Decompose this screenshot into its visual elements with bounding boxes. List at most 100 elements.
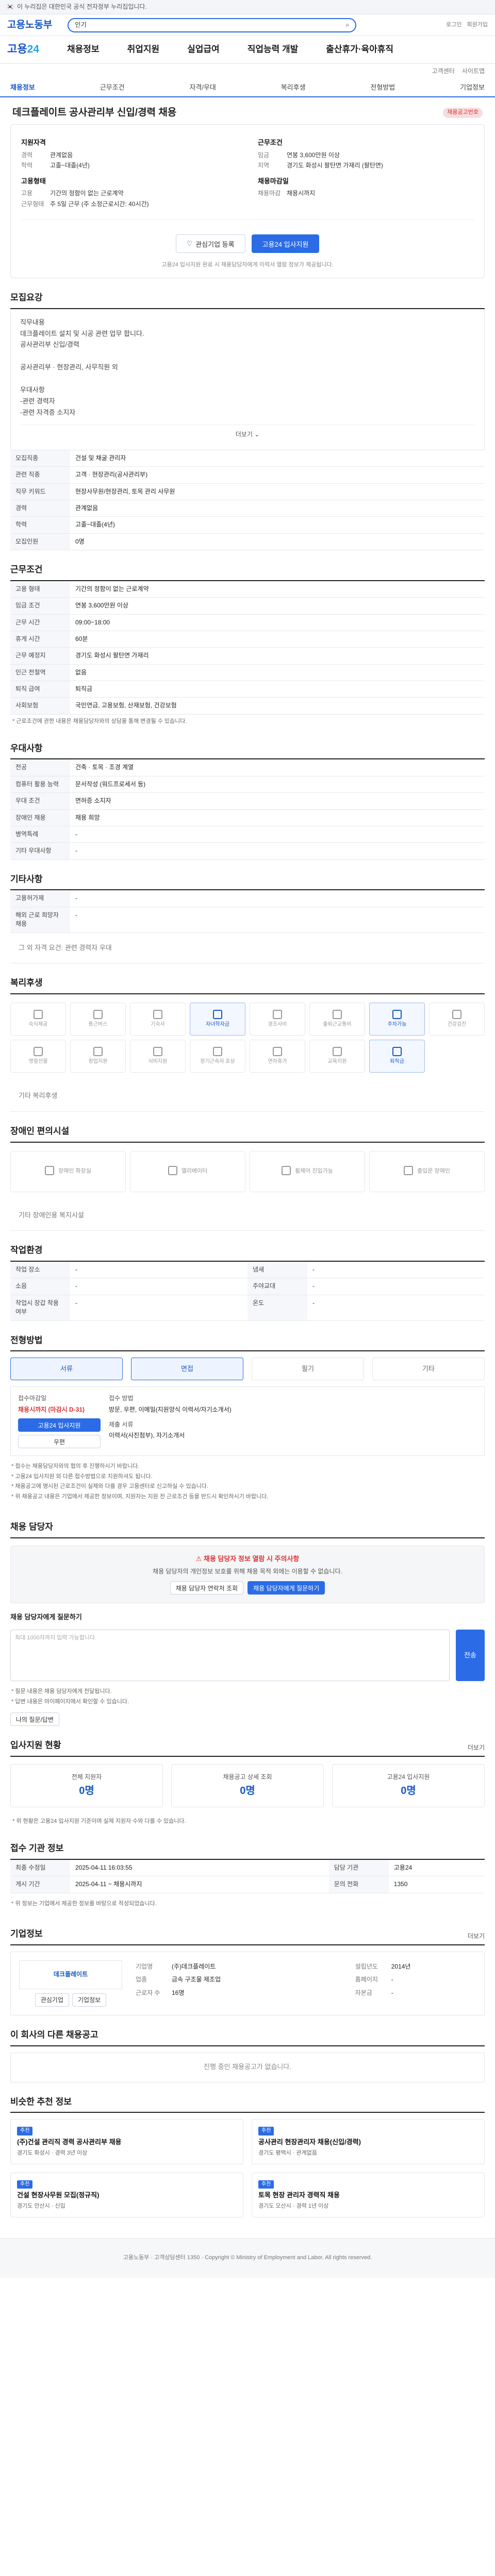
menu-leave[interactable]: 출산휴가·육아휴직 <box>326 43 393 56</box>
work-table: 작업 장소 - 냄새 - 소음 - 주야교대 - 작업시 장갑 착용 여부 - 온도 - <box>10 1262 485 1321</box>
section-title-cond: 근무조건 <box>10 565 43 575</box>
menu-benefit[interactable]: 실업급여 <box>187 43 220 56</box>
deadline-value: 채용시까지 <box>287 190 316 197</box>
deadline-heading: 채용마감일 <box>258 177 289 185</box>
menu-jobs[interactable]: 채용정보 <box>67 43 100 56</box>
more-toggle[interactable]: 더보기 ⌄ <box>20 425 475 442</box>
welfare-item: 교육지원 <box>309 1040 365 1073</box>
apply-hint: 고용24 입사지원 완료 시 채용담당자에게 이력서 열람 정보가 제공됩니다. <box>161 262 334 268</box>
disability-item: 엘리베이터 <box>130 1150 245 1192</box>
page-title: 데크플레이트 공사관리부 신입/경력 채용 <box>12 107 177 118</box>
tab-welfare[interactable]: 복리후생 <box>281 83 306 93</box>
site-footer: 고용노동부 · 고객상담센터 1350 · Copyright © Minist… <box>0 2238 495 2278</box>
search-icon[interactable]: ⌕ <box>346 21 350 29</box>
etc-note: 그 외 자격 요건: 관련 경력자 우대 <box>10 933 485 964</box>
tab-company[interactable]: 기업정보 <box>460 83 485 93</box>
step-written: 필기 <box>252 1358 364 1381</box>
ministry-logo[interactable]: 고용노동부 <box>7 18 52 32</box>
my-qna-button[interactable]: 나의 질문/답변 <box>10 1713 59 1726</box>
section-title-etc: 기타사항 <box>10 874 43 884</box>
stat-card: 고용24 입사지원 0명 <box>332 1764 485 1808</box>
search-input[interactable]: 인기 ⌕ <box>68 18 357 32</box>
emp-type-value: 기간의 정함이 없는 근로계약 <box>50 190 124 197</box>
section-title-contact: 채용 담당자 <box>10 1522 53 1532</box>
etc-table: 고용허가제 - 해외 근로 희망자 채용 - <box>10 890 485 933</box>
menu-support[interactable]: 취업지원 <box>127 43 160 56</box>
heart-icon: ♡ <box>186 240 193 248</box>
section-title-registry: 접수 기관 정보 <box>10 1843 64 1854</box>
welfare-item: 통근버스 <box>70 1003 126 1036</box>
tab-jobinfo[interactable]: 채용정보 <box>10 83 35 93</box>
similar-job-card[interactable]: 추천 건설 현장사무원 모집(정규직) 경기도 안산시 · 신입 <box>10 2172 243 2217</box>
selection-steps: 서류 면접 필기 기타 <box>10 1351 485 1386</box>
welfare-item: 창업지원 <box>70 1040 126 1073</box>
similar-job-card[interactable]: 추천 토목 현장 관리자 경력직 채용 경기도 오산시 · 경력 1년 이상 <box>252 2172 485 2217</box>
company-table: 기업명 (주)데크플레이트 설립년도 2014년 업종 금속 구조물 제조업 홈페이지 - … <box>136 1962 411 1996</box>
company-info-button[interactable]: 기업정보 <box>72 1993 107 2007</box>
chevron-down-icon: ⌄ <box>254 431 260 438</box>
send-question-button[interactable]: 전송 <box>456 1630 485 1682</box>
welfare-item: 경조사비 <box>250 1003 305 1036</box>
disability-item: 장애인 화장실 <box>10 1150 126 1192</box>
stat-card: 전체 지원자 0명 <box>10 1764 163 1808</box>
step-etc: 기타 <box>372 1358 485 1381</box>
cond-table: 고용 형태 기간의 정함이 없는 근로계약 임금 조건 연봉 3,600만원 이상 … <box>10 581 485 715</box>
stats-more-link[interactable]: 더보기 <box>468 1743 485 1752</box>
welfare-item: 기숙사 <box>130 1003 186 1036</box>
registry-table: 최종 수정일 2025-04-11 16:03:55 담당 기관 고용24 게시 기간… <box>10 1859 485 1893</box>
work24-logo[interactable]: 고용24 <box>7 42 39 57</box>
apply-mail-button[interactable]: 우편 <box>18 1435 101 1449</box>
help-link[interactable]: 고객센터 <box>432 67 455 76</box>
status-badge: 채용공고번호 <box>443 108 483 118</box>
step-document: 서류 <box>10 1358 123 1381</box>
welfare-item: 장기근속자 포상 <box>190 1040 245 1073</box>
login-link[interactable]: 로그인 <box>446 21 461 29</box>
sitemap-link[interactable]: 사이트맵 <box>462 67 485 76</box>
salary-value: 연봉 3,600만원 이상 <box>287 151 340 159</box>
pref-table: 전공 건축 · 토목 · 조경 계열 컴퓨터 활용 능력 문서작성 (워드프로세서 … <box>10 759 485 860</box>
apply-notes: * 접수는 채용담당자와의 협의 후 진행하시기 바랍니다. * 고용24 입사지… <box>11 1463 269 1500</box>
anchor-tabs: 채용정보 근무조건 자격/우대 복리후생 전형방법 기업정보 <box>0 79 495 98</box>
apply-button[interactable]: 고용24 입사지원 <box>251 234 320 253</box>
apply-online-button[interactable]: 고용24 입사지원 <box>18 1418 101 1432</box>
tab-qualification[interactable]: 자격/우대 <box>189 83 216 93</box>
similar-job-card[interactable]: 추천 공사관리 현장관리자 채용(신입/경력) 경기도 평택시 · 관계없음 <box>252 2119 485 2164</box>
step-interview: 면접 <box>131 1358 243 1381</box>
welfare-item: 식비지원 <box>130 1040 186 1073</box>
fav-company-button[interactable]: 관심기업 <box>35 1993 69 2007</box>
section-title-disability: 장애인 편의시설 <box>10 1126 70 1136</box>
company-more-link[interactable]: 더보기 <box>468 1932 485 1941</box>
stat-card: 채용공고 상세 조회 0명 <box>171 1764 324 1808</box>
question-textarea[interactable]: 최대 1000자까지 입력 가능합니다. <box>10 1630 450 1682</box>
other-jobs-empty: 진행 중인 채용공고가 없습니다. <box>10 2052 485 2082</box>
similar-job-card[interactable]: 추천 (주)건설 관리직 경력 공사관리부 채용 경기도 화성시 · 경력 3년 이… <box>10 2119 243 2164</box>
contact-warning: ⚠ 채용 담당자 정보 열람 시 주의사항 채용 담당자의 개인정보 보호를 위… <box>10 1546 485 1604</box>
tab-selection[interactable]: 전형방법 <box>370 83 395 93</box>
summary-box: 지원자격 경력 관계없음 학력 고졸~대졸(4년) 고용형태 고용 기간의 정함이 없… <box>10 124 485 279</box>
tab-conditions[interactable]: 근무조건 <box>100 83 125 93</box>
ask-contact-button[interactable]: 채용 담당자에게 질문하기 <box>248 1581 325 1595</box>
flag-icon: 🇰🇷 <box>6 3 14 10</box>
section-title-welfare: 복리후생 <box>10 978 43 988</box>
disability-grid: 장애인 화장실 엘리베이터 휠체어 진입가능 출입문 장애인 <box>10 1143 485 1200</box>
section-title-work: 작업환경 <box>10 1245 43 1256</box>
search-placeholder: 인기 <box>75 21 87 28</box>
save-company-button[interactable]: ♡ 관심기업 등록 <box>175 234 245 253</box>
section-title-similar: 비슷한 추천 정보 <box>10 2096 72 2107</box>
welfare-grid: 숙식제공 통근버스 기숙사 자녀학자금 경조사비 출퇴근교통비 주차가능 건강검… <box>10 994 485 1081</box>
welfare-item: 자녀학자금 <box>190 1003 245 1036</box>
edu-value: 고졸~대졸(4년) <box>50 162 90 170</box>
welfare-item: 연차휴가 <box>250 1040 305 1073</box>
qna-title: 채용 담당자에게 질문하기 <box>10 1613 82 1621</box>
view-contact-button[interactable]: 채용 담당자 연락처 조회 <box>170 1581 244 1595</box>
menu-training[interactable]: 직업능력 개발 <box>248 43 299 56</box>
welfare-item: 건강검진 <box>429 1003 485 1036</box>
region-value: 경기도 화성시 팔탄면 가재리 (팔탄면) <box>287 162 383 170</box>
disability-item: 휠체어 진입가능 <box>250 1150 365 1192</box>
section-title-job: 모집요강 <box>10 293 43 303</box>
signup-link[interactable]: 회원가입 <box>467 21 488 29</box>
cond-heading: 근무조건 <box>258 138 283 146</box>
disability-item: 출입문 장애인 <box>369 1150 485 1192</box>
cond-note: * 근로조건에 관한 내용은 채용담당자와의 상담을 통해 변경될 수 있습니다… <box>12 718 187 724</box>
qual-heading: 지원자격 <box>21 138 46 146</box>
